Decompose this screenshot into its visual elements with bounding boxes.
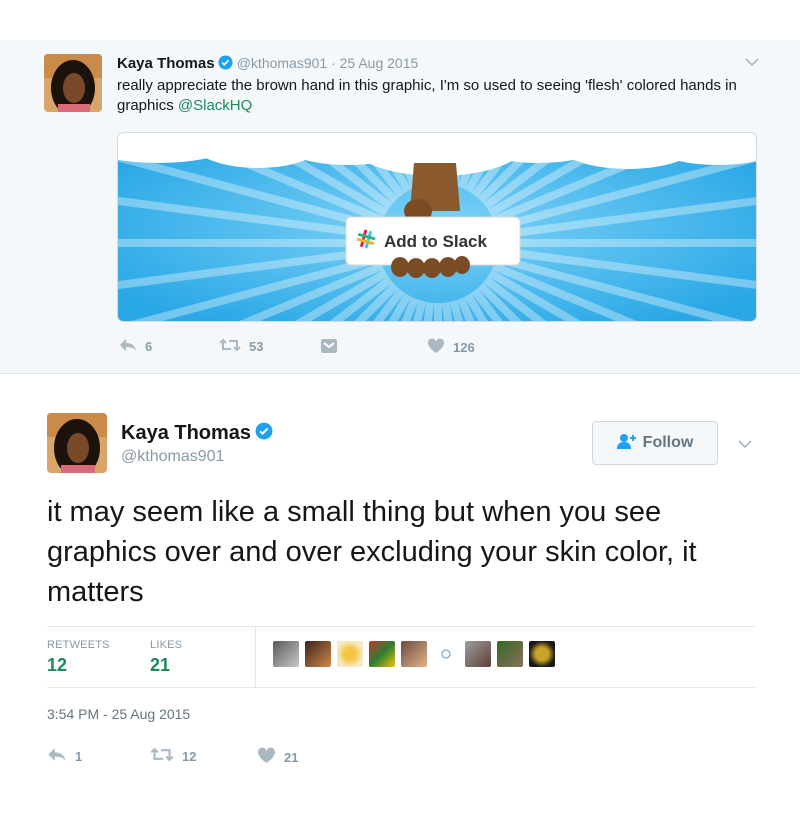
avatar[interactable] bbox=[47, 413, 107, 473]
author-name[interactable]: Kaya Thomas bbox=[121, 420, 273, 447]
media-card[interactable]: Add to Slack bbox=[117, 132, 757, 322]
like-action[interactable]: 21 bbox=[257, 747, 298, 767]
liker-avatar[interactable] bbox=[337, 641, 363, 667]
like-count: 126 bbox=[453, 340, 475, 355]
card-button: Add to Slack bbox=[356, 229, 487, 254]
like-action[interactable]: 126 bbox=[427, 338, 475, 357]
liker-avatar[interactable] bbox=[497, 641, 523, 667]
liker-avatar[interactable] bbox=[273, 641, 299, 667]
retweet-count: 12 bbox=[182, 748, 197, 764]
retweet-action[interactable]: 53 bbox=[219, 338, 263, 355]
handle-date[interactable]: @kthomas901 · 25 Aug 2015 bbox=[237, 55, 419, 71]
retweet-icon bbox=[150, 747, 182, 765]
retweet-count: 53 bbox=[249, 339, 264, 354]
like-count: 21 bbox=[284, 749, 299, 765]
reply-action[interactable]: 6 bbox=[119, 338, 152, 355]
chevron-down-icon[interactable] bbox=[745, 54, 759, 70]
main-tweet: Kaya Thomas @kthomas901 Follow it may se… bbox=[0, 375, 800, 823]
author-name[interactable]: Kaya Thomas bbox=[117, 55, 215, 72]
tweet-text: really appreciate the brown hand in this… bbox=[117, 77, 737, 114]
reply-action[interactable]: 1 bbox=[47, 747, 82, 765]
follow-person-plus-icon bbox=[616, 433, 643, 454]
stats-divider bbox=[255, 627, 256, 687]
reply-count: 1 bbox=[75, 748, 83, 764]
tweet-text: it may seem like a small thing but when … bbox=[47, 496, 697, 608]
liker-avatar[interactable] bbox=[305, 641, 331, 667]
retweet-icon bbox=[219, 338, 249, 355]
likes-count: 21 bbox=[150, 655, 171, 675]
chevron-down-icon[interactable] bbox=[738, 436, 752, 452]
avatar[interactable] bbox=[44, 54, 102, 112]
tweet-stats: RETWEETS 12 LIKES 21 bbox=[47, 626, 755, 688]
likes-stat[interactable]: LIKES 21 bbox=[150, 639, 182, 676]
retweets-label: RETWEETS bbox=[47, 639, 110, 651]
author-handle[interactable]: @kthomas901 bbox=[121, 448, 224, 466]
liker-avatar[interactable] bbox=[433, 641, 459, 667]
retweet-action[interactable]: 12 bbox=[150, 747, 196, 765]
heart-icon bbox=[257, 747, 284, 767]
likes-label: LIKES bbox=[150, 639, 183, 651]
retweets-stat[interactable]: RETWEETS 12 bbox=[47, 639, 110, 676]
liker-avatar[interactable] bbox=[465, 641, 491, 667]
slack-logo-icon bbox=[356, 229, 376, 254]
reply-icon bbox=[47, 747, 75, 765]
slack-graphic bbox=[118, 133, 756, 321]
follow-button[interactable]: Follow bbox=[592, 421, 718, 465]
liker-avatar[interactable] bbox=[529, 641, 555, 667]
liker-avatar[interactable] bbox=[369, 641, 395, 667]
retweets-count: 12 bbox=[47, 655, 68, 675]
tweet-actions: 1 12 21 bbox=[47, 747, 447, 769]
follow-label: Follow bbox=[642, 434, 694, 451]
tweet-header: Kaya Thomas @kthomas901 · 25 Aug 2015 bbox=[117, 53, 418, 76]
dm-icon bbox=[320, 338, 346, 357]
mention-link[interactable]: @SlackHQ bbox=[178, 97, 252, 114]
parent-tweet[interactable]: Kaya Thomas @kthomas901 · 25 Aug 2015 re… bbox=[0, 40, 800, 374]
top-band bbox=[0, 0, 800, 40]
heart-icon bbox=[427, 338, 453, 357]
verified-icon bbox=[218, 55, 233, 76]
verified-icon bbox=[255, 421, 273, 447]
reply-icon bbox=[119, 338, 145, 355]
card-button-label: Add to Slack bbox=[384, 231, 487, 251]
reply-count: 6 bbox=[145, 339, 153, 354]
tweet-actions: 6 53 126 bbox=[117, 338, 517, 360]
dm-action[interactable] bbox=[320, 338, 346, 357]
timestamp[interactable]: 3:54 PM - 25 Aug 2015 bbox=[47, 706, 190, 722]
liker-avatar[interactable] bbox=[401, 641, 427, 667]
